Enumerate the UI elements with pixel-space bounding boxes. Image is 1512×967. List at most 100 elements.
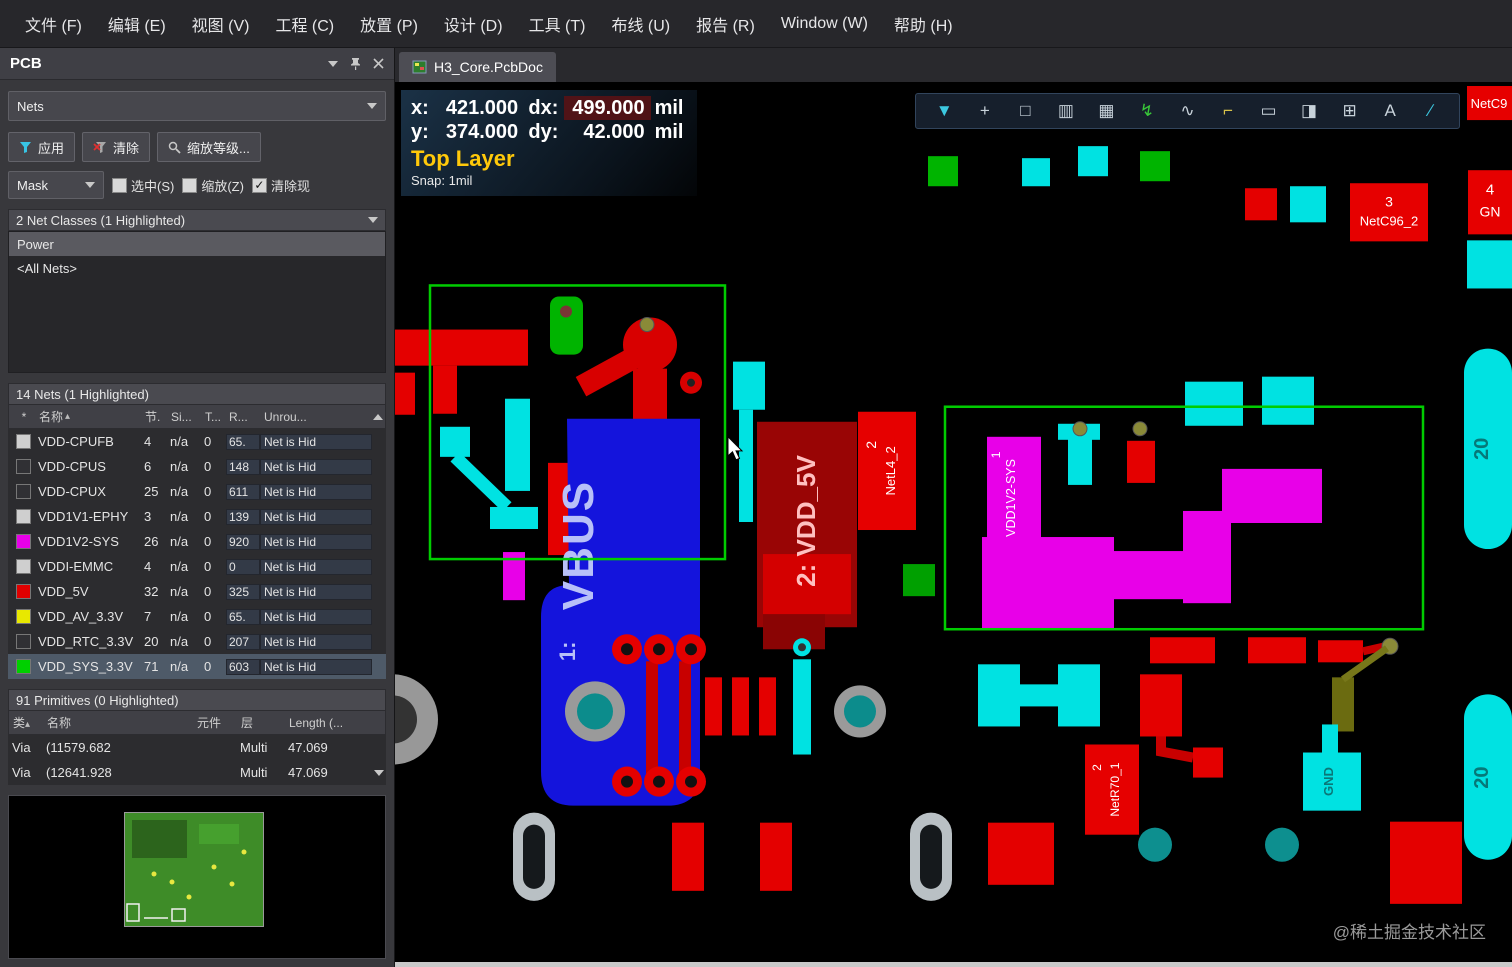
- svg-text:NetL4_2: NetL4_2: [883, 446, 898, 495]
- measure-grid-icon[interactable]: ⊞: [1337, 101, 1363, 121]
- primitives-table-header: 类▴ 名称 元件 层 Length (...: [8, 711, 386, 735]
- net-row[interactable]: VDD-CPUX 25 n/a 0 611 Net is Hid: [8, 479, 386, 504]
- net-row[interactable]: VDD-CPUFB 4 n/a 0 65. Net is Hid: [8, 429, 386, 454]
- net-row[interactable]: VDD1V2-SYS 26 n/a 0 920 Net is Hid: [8, 529, 386, 554]
- zoom-checkbox[interactable]: [182, 177, 198, 193]
- column-name[interactable]: 名称 ▴: [39, 408, 145, 425]
- via[interactable]: [834, 685, 886, 738]
- filter-icon: [20, 141, 31, 153]
- net-row[interactable]: VDD_5V 32 n/a 0 325 Net is Hid: [8, 579, 386, 604]
- select-checkbox[interactable]: [112, 177, 127, 193]
- net-checkbox[interactable]: [15, 509, 31, 524]
- clear-existing-checkbox[interactable]: ✓: [251, 177, 267, 193]
- pcb-red-bar-group[interactable]: [705, 677, 776, 736]
- menu-item-edit[interactable]: 编辑 (E): [95, 6, 179, 42]
- primitive-row[interactable]: Via (11579.682 Multi 47.069: [8, 735, 386, 760]
- pcb-red-mid-row[interactable]: [1150, 637, 1399, 664]
- svg-text:VBUS: VBUS: [554, 480, 603, 610]
- column-type[interactable]: 类▴: [9, 714, 47, 731]
- net-checkbox[interactable]: [15, 584, 31, 599]
- scroll-up-icon[interactable]: [371, 413, 385, 420]
- panel-dropdown-icon[interactable]: [328, 60, 338, 67]
- pcb-green-component[interactable]: [550, 296, 583, 355]
- menu-item-design[interactable]: 设计 (D): [431, 6, 516, 42]
- pcb-panel-header: PCB: [0, 48, 394, 80]
- line-icon[interactable]: ∕: [1418, 101, 1444, 121]
- collapse-icon[interactable]: [368, 217, 378, 223]
- apply-button[interactable]: 应用: [8, 132, 76, 162]
- net-checkbox[interactable]: [15, 434, 31, 449]
- pcb-green-pad[interactable]: [903, 564, 935, 597]
- pin-icon[interactable]: [350, 57, 361, 70]
- net-row[interactable]: VDD_AV_3.3V 7 n/a 0 65. Net is Hid: [8, 604, 386, 629]
- net-row[interactable]: VDD_SYS_3.3V 71 n/a 0 603 Net is Hid: [8, 654, 386, 679]
- pcb-netr70-block[interactable]: 2 NetR70_1: [1085, 744, 1139, 835]
- menu-item-place[interactable]: 放置 (P): [347, 6, 431, 42]
- net-checkbox[interactable]: [15, 459, 31, 474]
- panel-mode-select[interactable]: Nets: [8, 91, 386, 121]
- net-row[interactable]: VDD_RTC_3.3V 20 n/a 0 207 Net is Hid: [8, 629, 386, 654]
- cross-probe-icon[interactable]: +: [972, 101, 998, 121]
- menu-item-view[interactable]: 视图 (V): [179, 6, 263, 42]
- svg-text:1: 1: [989, 451, 1003, 458]
- column-unrouted[interactable]: Unrou...: [261, 410, 371, 424]
- tab-h3-core-pcbdoc[interactable]: H3_Core.PcbDoc: [399, 52, 556, 82]
- zoom-level-button[interactable]: 缩放等级...: [157, 132, 261, 162]
- nets-table-header: * 名称 ▴ 节. Si... T... R... Unrou...: [8, 405, 386, 429]
- net-row[interactable]: VDDI-EMMC 4 n/a 0 0 Net is Hid: [8, 554, 386, 579]
- menu-item-project[interactable]: 工程 (C): [262, 6, 347, 42]
- net-checkbox[interactable]: [15, 559, 31, 574]
- column-signal[interactable]: Si...: [171, 410, 205, 424]
- net-class-item-power[interactable]: Power: [9, 232, 385, 256]
- net-checkbox[interactable]: [15, 534, 31, 549]
- net-checkbox[interactable]: [15, 659, 31, 674]
- scroll-down-icon[interactable]: [372, 769, 386, 776]
- text-string-icon[interactable]: A: [1377, 101, 1403, 121]
- menu-item-reports[interactable]: 报告 (R): [683, 6, 768, 42]
- pad-matrix-icon[interactable]: ▦: [1093, 101, 1119, 121]
- pcb-netl4-block[interactable]: 2 NetL4_2: [858, 411, 916, 531]
- column-track[interactable]: T...: [205, 410, 227, 424]
- arc-curve-icon[interactable]: ∿: [1174, 101, 1200, 121]
- column-prim-name[interactable]: 名称: [47, 714, 197, 731]
- column-routed[interactable]: R...: [227, 410, 261, 424]
- primitive-row[interactable]: Via (12641.928 Multi 47.069: [8, 760, 386, 785]
- column-nodes[interactable]: 节.: [145, 408, 171, 425]
- pcb-artwork[interactable]: 3 NetC96_2 NetC9 4 GN 20 20 VBUS 1: 2: V…: [395, 82, 1512, 967]
- filter-icon[interactable]: ▼: [931, 101, 957, 121]
- net-checkbox[interactable]: [15, 634, 31, 649]
- pcb-panel: PCB Nets 应用 清除 缩放等级... Mask 选中(S) 缩放(Z) …: [0, 48, 395, 967]
- clear-button[interactable]: 清除: [82, 132, 151, 162]
- net-checkbox[interactable]: [15, 484, 31, 499]
- net-row[interactable]: VDD-CPUS 6 n/a 0 148 Net is Hid: [8, 454, 386, 479]
- net-row[interactable]: VDD1V1-EPHY 3 n/a 0 139 Net is Hid: [8, 504, 386, 529]
- menu-item-tools[interactable]: 工具 (T): [516, 6, 599, 42]
- chevron-down-icon: [367, 103, 377, 109]
- hud-dx-value: 499.000: [564, 96, 651, 120]
- mask-select[interactable]: Mask: [8, 171, 104, 199]
- menu-item-window[interactable]: Window (W): [768, 9, 881, 39]
- select-checkbox-group: 选中(S): [112, 176, 174, 195]
- net-class-item-all-nets[interactable]: <All Nets>: [9, 256, 385, 280]
- pcb-netc96-label-block[interactable]: 3 NetC96_2: [1350, 183, 1428, 242]
- column-layer[interactable]: 层: [241, 714, 289, 731]
- hud-x-value: 421.000: [445, 97, 519, 119]
- net-checkbox[interactable]: [15, 609, 31, 624]
- column-component[interactable]: 元件: [197, 714, 241, 731]
- menu-item-route[interactable]: 布线 (U): [598, 6, 683, 42]
- board-preview[interactable]: [8, 795, 386, 959]
- menu-item-file[interactable]: 文件 (F): [12, 6, 95, 42]
- close-icon[interactable]: [373, 58, 384, 69]
- key-icon[interactable]: ⌐: [1215, 101, 1241, 121]
- pcb-vdd5v-region[interactable]: 2: VDD_5V: [757, 421, 857, 650]
- histogram-icon[interactable]: ▥: [1053, 101, 1079, 121]
- column-length[interactable]: Length (...: [289, 716, 385, 730]
- rectangle-icon[interactable]: ▭: [1256, 101, 1282, 121]
- contrast-icon[interactable]: ◨: [1296, 101, 1322, 121]
- menu-item-help[interactable]: 帮助 (H): [881, 6, 966, 42]
- select-area-icon[interactable]: □: [1012, 101, 1038, 121]
- pcb-editor-canvas[interactable]: 3 NetC96_2 NetC9 4 GN 20 20 VBUS 1: 2: V…: [395, 82, 1512, 967]
- horizontal-scrollbar[interactable]: [395, 962, 1512, 967]
- pcb-right-edge-cluster[interactable]: NetC9 4 GN 20 20: [1464, 86, 1512, 860]
- route-trace-icon[interactable]: ↯: [1134, 101, 1160, 121]
